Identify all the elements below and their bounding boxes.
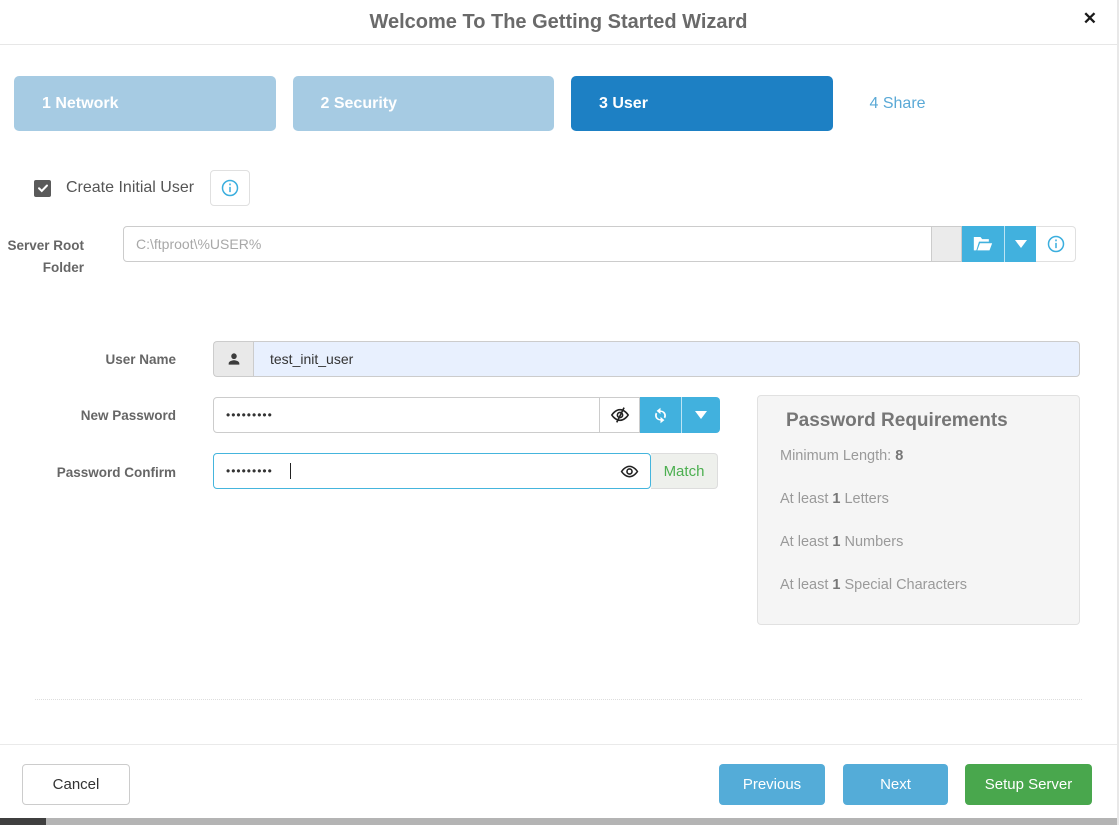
check-icon — [37, 182, 49, 194]
password-requirements-title: Password Requirements — [780, 410, 1059, 432]
create-initial-user-label: Create Initial User — [66, 179, 194, 197]
folder-dropdown-button[interactable] — [1004, 226, 1036, 262]
browse-folder-button[interactable] — [962, 226, 1004, 262]
tab-user[interactable]: 3 User — [571, 76, 833, 131]
cancel-button[interactable]: Cancel — [22, 764, 130, 805]
server-root-folder-input[interactable] — [123, 226, 932, 262]
password-confirm-label: Password Confirm — [0, 462, 176, 484]
close-icon[interactable]: ✕ — [1083, 8, 1097, 30]
user-name-input[interactable] — [253, 341, 1080, 377]
tab-network[interactable]: 1 Network — [14, 76, 276, 131]
dialog-header: Welcome To The Getting Started Wizard ✕ — [0, 0, 1117, 45]
eye-icon[interactable] — [620, 462, 639, 481]
requirement-letters: At least 1 Letters — [780, 491, 1059, 507]
server-root-spacer — [932, 226, 962, 262]
requirement-numbers: At least 1 Numbers — [780, 534, 1059, 550]
info-icon — [1047, 235, 1065, 253]
server-root-folder-label: Server Root Folder — [0, 235, 84, 278]
create-user-info-button[interactable] — [210, 170, 250, 206]
create-initial-user-row: Create Initial User — [34, 170, 250, 206]
tab-share[interactable]: 4 Share — [850, 76, 1104, 131]
tab-security[interactable]: 2 Security — [293, 76, 555, 131]
setup-server-button[interactable]: Setup Server — [965, 764, 1092, 805]
match-status-badge: Match — [651, 453, 718, 489]
password-options-dropdown-button[interactable] — [681, 397, 720, 433]
wizard-steps: 1 Network 2 Security 3 User 4 Share — [14, 76, 1103, 131]
info-icon — [221, 179, 239, 197]
server-root-info-button[interactable] — [1036, 226, 1076, 262]
previous-button[interactable]: Previous — [719, 764, 825, 805]
server-root-folder-group — [123, 226, 1076, 262]
chevron-down-icon — [695, 411, 707, 419]
horizontal-scrollbar[interactable] — [0, 818, 1117, 825]
getting-started-wizard-dialog: Welcome To The Getting Started Wizard ✕ … — [0, 0, 1119, 825]
footer-separator — [0, 744, 1117, 745]
eye-slash-icon — [610, 406, 630, 424]
scrollbar-thumb[interactable] — [0, 818, 46, 825]
folder-icon — [973, 236, 993, 253]
new-password-group — [213, 397, 720, 433]
password-confirm-wrap — [213, 453, 651, 489]
person-icon — [226, 351, 242, 367]
generate-password-button[interactable] — [640, 397, 681, 433]
new-password-input[interactable] — [213, 397, 600, 433]
requirement-min-length: Minimum Length: 8 — [780, 448, 1059, 464]
dotted-separator — [35, 699, 1082, 700]
new-password-label: New Password — [0, 405, 176, 427]
requirement-special: At least 1 Special Characters — [780, 577, 1059, 593]
user-addon — [213, 341, 253, 377]
page-title: Welcome To The Getting Started Wizard — [0, 0, 1117, 44]
password-confirm-group: Match — [213, 453, 718, 489]
refresh-icon — [652, 407, 669, 424]
password-confirm-input[interactable] — [213, 453, 651, 489]
user-name-label: User Name — [0, 349, 176, 371]
text-cursor — [290, 463, 291, 479]
next-button[interactable]: Next — [843, 764, 948, 805]
create-initial-user-checkbox[interactable] — [34, 180, 51, 197]
chevron-down-icon — [1015, 240, 1027, 248]
user-name-group — [213, 341, 1080, 377]
password-requirements-panel: Password Requirements Minimum Length: 8 … — [757, 395, 1080, 625]
toggle-password-visibility-button[interactable] — [600, 397, 640, 433]
